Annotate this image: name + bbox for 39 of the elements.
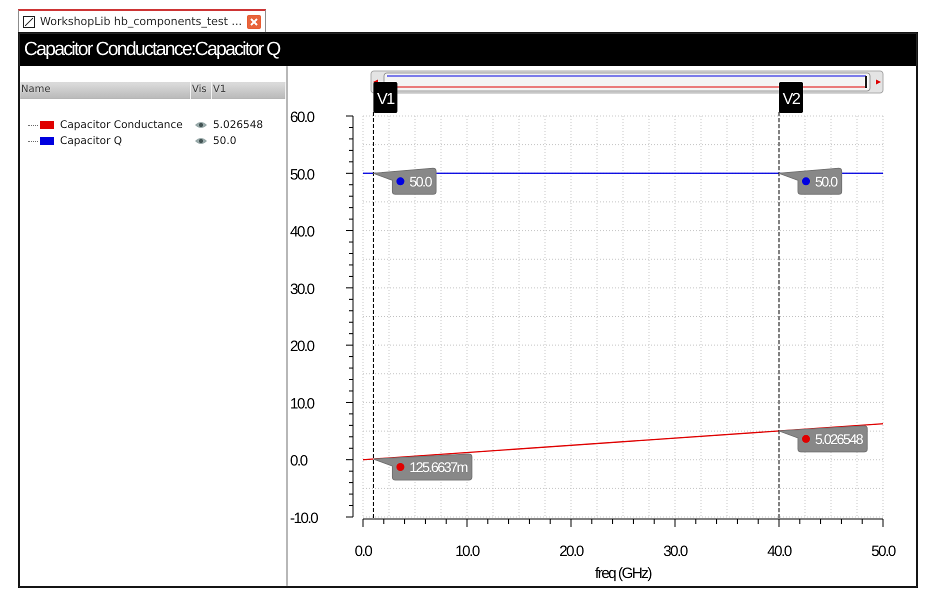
tick-label: 60.0 <box>290 109 314 126</box>
point-label: 5.026548 <box>815 430 862 447</box>
point-label: 50.0 <box>815 173 837 190</box>
tick-label: 0.0 <box>354 543 372 560</box>
tick-label: 10.0 <box>455 543 479 560</box>
cursor-label: V1 <box>377 91 394 108</box>
editor-tab[interactable]: WorkshopLib hb_components_test ... <box>18 9 266 32</box>
tick-label: 10.0 <box>290 395 314 412</box>
cursor-marker[interactable] <box>779 82 803 113</box>
tick-label: 40.0 <box>290 224 314 241</box>
point-label: 125.6637m <box>409 459 467 475</box>
point-label: 50.0 <box>409 173 432 190</box>
cursor-marker[interactable] <box>373 82 398 113</box>
tick-label: 50.0 <box>871 543 895 560</box>
eye-icon[interactable] <box>195 137 207 145</box>
tick-label: 30.0 <box>663 543 687 560</box>
close-icon[interactable] <box>246 14 261 28</box>
tick-label: -10.0 <box>290 510 318 527</box>
trace-value: 5.026548 <box>213 119 264 131</box>
overview-scrollbar[interactable] <box>370 70 884 94</box>
tick-label: 20.0 <box>559 543 583 560</box>
tick-label: 0.0 <box>290 452 307 470</box>
eye-icon[interactable] <box>195 121 207 129</box>
trace-value: 50.0 <box>213 135 236 147</box>
column-title: V1 <box>212 82 286 99</box>
column-title: Name <box>20 82 191 99</box>
tick-label: 30.0 <box>290 280 314 298</box>
trace-name[interactable]: Capacitor Conductance <box>60 119 195 131</box>
tick-label: 20.0 <box>290 338 314 356</box>
axis-label: freq (GHz) <box>595 565 651 582</box>
tick-label: 50.0 <box>290 166 314 184</box>
column-title: Vis <box>191 82 212 99</box>
document-icon <box>23 16 35 28</box>
value-callout <box>778 168 842 195</box>
trace-name[interactable]: Capacitor Q <box>60 135 195 147</box>
plot-title: Capacitor Conductance:Capacitor Q <box>20 34 916 66</box>
cursor-label: V2 <box>782 91 800 108</box>
tick-label: 40.0 <box>767 543 791 560</box>
value-callout <box>372 168 437 195</box>
